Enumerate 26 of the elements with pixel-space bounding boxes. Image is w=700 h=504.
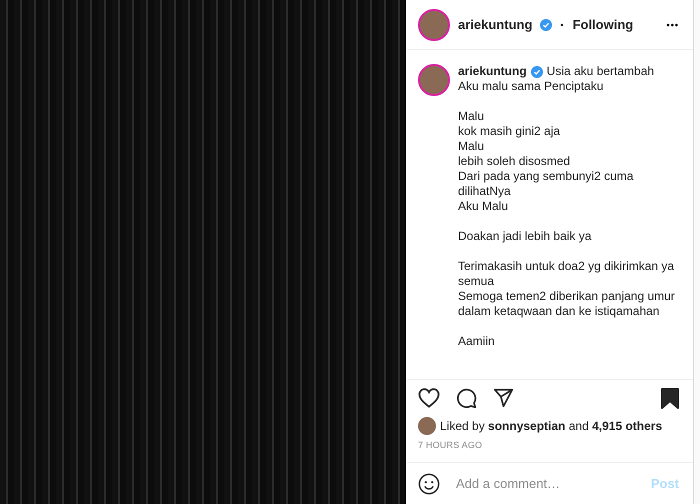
caption-text: Aamiin — [458, 334, 496, 349]
comment-icon[interactable] — [456, 388, 477, 408]
caption-text: Dari pada yang sembunyi2 cuma dilihatNya — [458, 169, 634, 199]
following-button[interactable]: Following — [572, 14, 634, 34]
avatar[interactable] — [418, 8, 450, 40]
separator-dot: • — [560, 18, 565, 30]
send-icon[interactable] — [493, 388, 514, 408]
caption-text: Aku malu sama Penciptaku — [458, 79, 604, 94]
heart-icon[interactable] — [418, 388, 440, 408]
caption-text: Semoga temen2 diberikan panjang umur dalam ketaqwaan dan ke istiqamahan — [458, 289, 676, 319]
caption-text: lebih soleh disosmed — [458, 154, 572, 169]
username-link[interactable]: ariekuntung — [458, 64, 527, 79]
emoji-icon[interactable] — [418, 472, 440, 494]
caption-text: Doakan jadi lebih baik ya — [458, 229, 592, 244]
caption-text: Terimakasih untuk doa2 yg dikirimkan ya semua — [458, 259, 676, 289]
username-link[interactable]: ariekuntung — [458, 14, 532, 34]
caption-text: Aku Malu — [458, 199, 510, 214]
caption-text: Malu — [458, 139, 486, 154]
caption-text: Malu — [458, 109, 486, 124]
caption-text: Usia aku bertambah — [546, 64, 654, 79]
bookmark-icon[interactable] — [661, 388, 679, 408]
likes-text[interactable]: Liked by sonnyseptian and 4,915 others — [440, 416, 662, 434]
caption-text: kok masih gini2 aja — [458, 124, 562, 139]
liker-avatar[interactable] — [418, 416, 436, 434]
avatar[interactable] — [418, 64, 450, 96]
more-options-button[interactable]: ••• — [666, 18, 679, 30]
